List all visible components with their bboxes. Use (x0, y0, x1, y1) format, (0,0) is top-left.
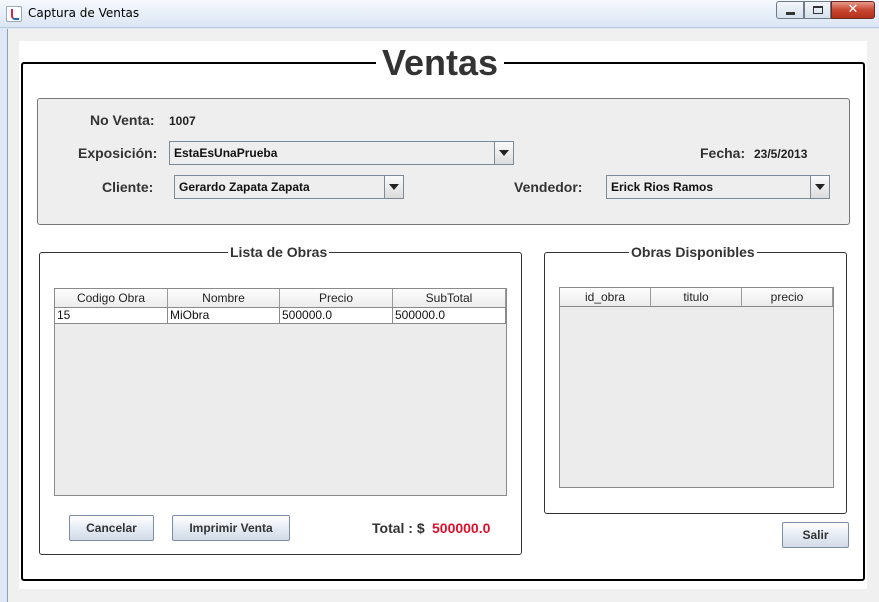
obras-disponibles-table[interactable]: id_obra titulo precio (559, 287, 834, 488)
exposicion-selected: EstaEsUnaPrueba (174, 146, 278, 160)
column-header[interactable]: SubTotal (393, 289, 506, 307)
vendedor-combo[interactable]: Erick Rios Ramos (606, 175, 830, 199)
total-label: Total : $ (372, 520, 425, 536)
chevron-down-icon[interactable] (384, 176, 403, 198)
close-icon: ✕ (847, 2, 859, 17)
minimize-button[interactable] (776, 1, 804, 19)
exposicion-combo[interactable]: EstaEsUnaPrueba (169, 141, 514, 165)
maximize-button[interactable] (804, 1, 831, 19)
table-cell[interactable]: MiObra (168, 308, 280, 324)
no-venta-value: 1007 (169, 114, 196, 128)
lista-obras-table[interactable]: Codigo Obra Nombre Precio SubTotal 15 Mi… (54, 288, 507, 496)
window-title: Captura de Ventas (28, 6, 140, 20)
cliente-selected: Gerardo Zapata Zapata (179, 180, 310, 194)
print-sale-button[interactable]: Imprimir Venta (172, 515, 290, 541)
window-titlebar[interactable]: Captura de Ventas ✕ (0, 0, 879, 28)
column-header[interactable]: Codigo Obra (55, 289, 168, 307)
table-row[interactable]: 15 MiObra 500000.0 500000.0 (55, 308, 506, 324)
venta-header-panel: No Venta: 1007 Exposición: EstaEsUnaPrue… (37, 98, 850, 225)
fecha-label: Fecha: (700, 145, 746, 161)
column-header[interactable]: precio (742, 288, 833, 306)
chevron-down-icon[interactable] (494, 142, 513, 164)
table-cell[interactable]: 15 (55, 308, 168, 324)
page-title: Ventas (376, 43, 505, 83)
vendedor-selected: Erick Rios Ramos (611, 180, 714, 194)
table-cell[interactable]: 500000.0 (393, 308, 506, 324)
column-header[interactable]: Precio (280, 289, 393, 307)
cancel-button[interactable]: Cancelar (69, 515, 154, 541)
java-app-icon (6, 6, 22, 22)
exposicion-label: Exposición: (78, 145, 158, 161)
no-venta-label: No Venta: (90, 112, 155, 128)
table-cell[interactable]: 500000.0 (280, 308, 393, 324)
lista-obras-header: Codigo Obra Nombre Precio SubTotal (55, 289, 506, 308)
maximize-icon (813, 6, 823, 14)
total-value: 500000.0 (432, 520, 491, 536)
column-header[interactable]: titulo (651, 288, 742, 306)
vendedor-label: Vendedor: (514, 179, 583, 195)
fecha-value: 23/5/2013 (754, 147, 808, 161)
obras-disponibles-header: id_obra titulo precio (560, 288, 833, 307)
obras-disponibles-group: Obras Disponibles id_obra titulo precio (544, 244, 847, 514)
chevron-down-icon[interactable] (810, 176, 829, 198)
minimize-icon (786, 12, 795, 15)
cliente-label: Cliente: (102, 179, 154, 195)
column-header[interactable]: id_obra (560, 288, 651, 306)
lista-obras-group: Lista de Obras Codigo Obra Nombre Precio… (39, 244, 522, 555)
obras-disponibles-title: Obras Disponibles (629, 244, 757, 260)
exit-button[interactable]: Salir (782, 522, 849, 548)
close-window-button[interactable]: ✕ (831, 1, 875, 19)
lista-obras-title: Lista de Obras (228, 244, 330, 260)
window-client-area: Ventas No Venta: 1007 Exposición: EstaEs… (7, 29, 879, 602)
column-header[interactable]: Nombre (168, 289, 280, 307)
cliente-combo[interactable]: Gerardo Zapata Zapata (174, 175, 404, 199)
